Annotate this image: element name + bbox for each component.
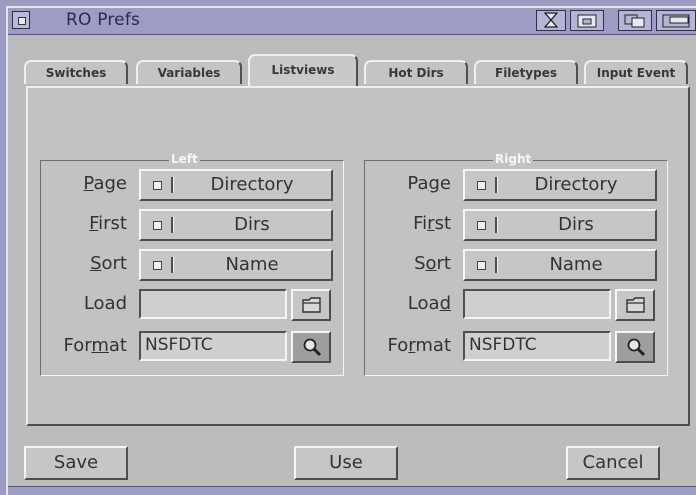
folder-icon <box>626 297 645 313</box>
left-lister-group: Left Page Directory First Dirs Sort Name… <box>40 152 344 376</box>
tab-bar: Switches Variables Listviews Hot Dirs Fi… <box>24 54 696 86</box>
tab-switches[interactable]: Switches <box>24 60 128 84</box>
page-cycle[interactable]: Directory <box>463 169 657 201</box>
cycle-indicator-icon <box>477 221 486 230</box>
folder-button[interactable] <box>615 289 655 321</box>
page-label: Page <box>83 173 127 194</box>
cycle-indicator-icon <box>477 181 486 190</box>
format-label: Format <box>63 335 127 356</box>
iconify-gadget-icon[interactable] <box>656 10 696 31</box>
load-field[interactable] <box>463 289 611 319</box>
magnifier-button[interactable] <box>291 331 331 363</box>
tab-input-event[interactable]: Input Event <box>584 60 688 84</box>
first-value: Dirs <box>234 214 270 235</box>
close-icon[interactable] <box>12 11 30 29</box>
sort-label: Sort <box>414 253 451 274</box>
page-value: Directory <box>210 174 294 195</box>
group-title-left: Left <box>169 152 200 166</box>
listviews-panel: Left Page Directory First Dirs Sort Name… <box>26 86 690 426</box>
sort-cycle[interactable]: Name <box>463 249 657 281</box>
folder-button[interactable] <box>291 289 331 321</box>
title-bar[interactable]: RO Prefs <box>8 8 696 35</box>
format-field[interactable]: NSFDTC <box>139 331 287 361</box>
sort-label: Sort <box>90 253 127 274</box>
group-title-right: Right <box>493 152 534 166</box>
first-value: Dirs <box>558 214 594 235</box>
format-field[interactable]: NSFDTC <box>463 331 611 361</box>
sort-value: Name <box>549 254 603 275</box>
window-bottom-border <box>8 486 696 495</box>
magnifier-button[interactable] <box>615 331 655 363</box>
first-cycle[interactable]: Dirs <box>463 209 657 241</box>
cycle-indicator-icon <box>153 181 162 190</box>
right-lister-group: Right Page Directory First Dirs Sort Nam… <box>364 152 668 376</box>
zoom-gadget-icon[interactable] <box>570 10 604 31</box>
page-label: Page <box>407 173 451 194</box>
sort-cycle[interactable]: Name <box>139 249 333 281</box>
format-label: Format <box>387 335 451 356</box>
load-label: Load <box>407 293 451 314</box>
tab-hot-dirs[interactable]: Hot Dirs <box>364 60 468 84</box>
prefs-window: RO Prefs Switches Variables Listviews Ho… <box>6 6 696 495</box>
load-field[interactable] <box>139 289 287 319</box>
page-value: Directory <box>534 174 618 195</box>
first-cycle[interactable]: Dirs <box>139 209 333 241</box>
magnifier-icon <box>303 338 322 357</box>
first-label: First <box>89 213 127 234</box>
hourglass-icon[interactable] <box>536 10 566 31</box>
first-label: First <box>413 213 451 234</box>
use-button[interactable]: Use <box>294 446 398 480</box>
page-cycle[interactable]: Directory <box>139 169 333 201</box>
folder-icon <box>302 297 321 313</box>
tab-listviews[interactable]: Listviews <box>248 54 358 86</box>
magnifier-icon <box>627 338 646 357</box>
sort-value: Name <box>225 254 279 275</box>
cycle-indicator-icon <box>153 221 162 230</box>
depth-gadget-icon[interactable] <box>618 10 652 31</box>
window-title: RO Prefs <box>66 10 141 30</box>
cancel-button[interactable]: Cancel <box>566 446 660 480</box>
cycle-indicator-icon <box>153 261 162 270</box>
tab-variables[interactable]: Variables <box>136 60 242 84</box>
load-label: Load <box>83 293 127 314</box>
tab-filetypes[interactable]: Filetypes <box>474 60 578 84</box>
cycle-indicator-icon <box>477 261 486 270</box>
save-button[interactable]: Save <box>24 446 128 480</box>
